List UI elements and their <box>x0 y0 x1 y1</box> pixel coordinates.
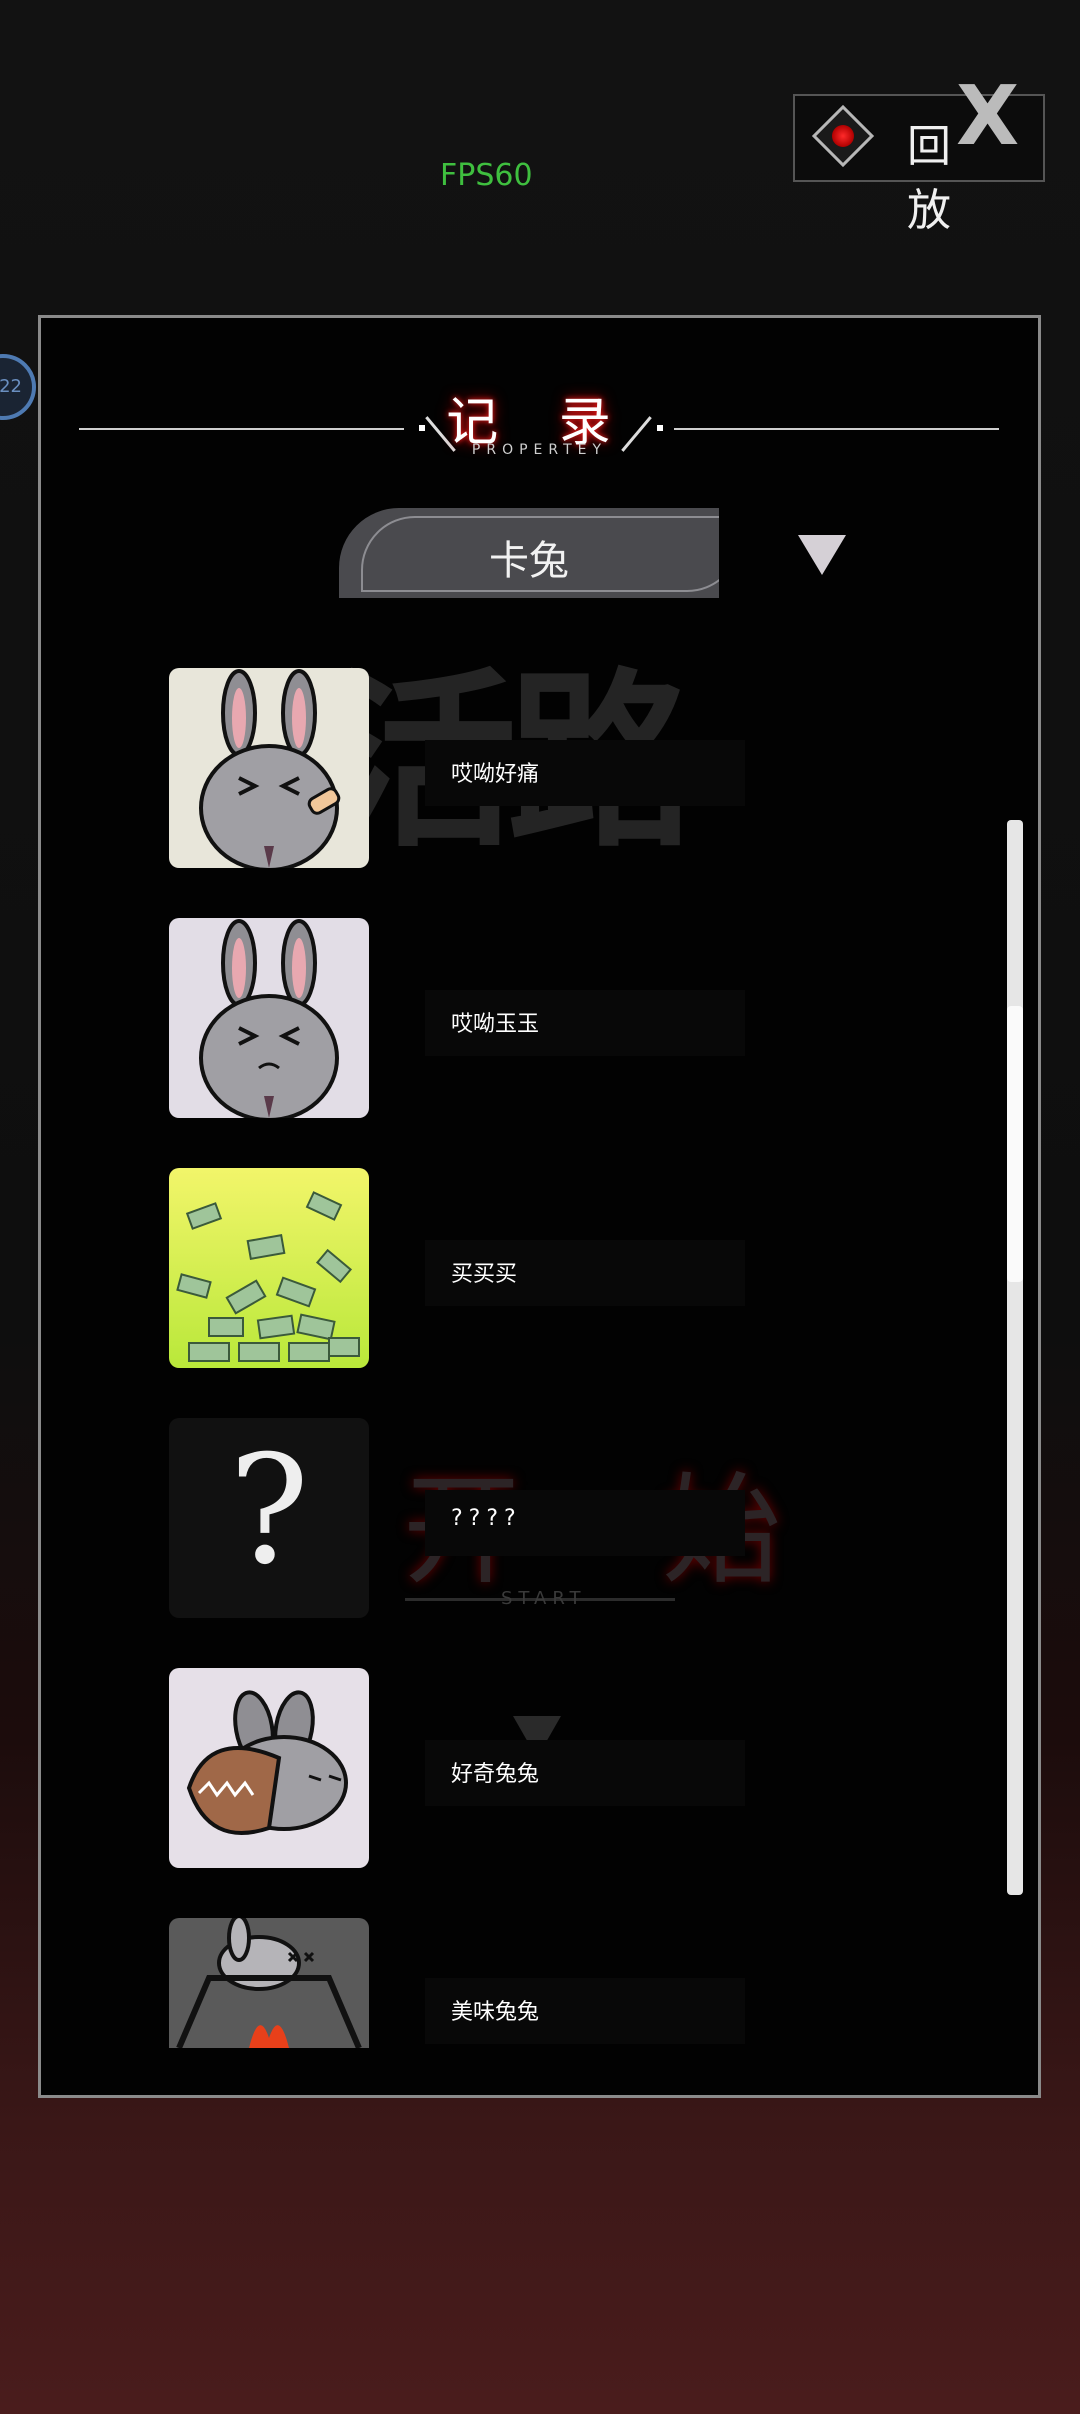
record-icon <box>811 104 875 168</box>
record-name: 美味兔兔 <box>451 2000 540 2025</box>
record-name-box: 买买买 <box>425 1240 745 1306</box>
record-name-box: 哎呦好痛 <box>425 740 745 806</box>
record-name-box: 哎呦玉玉 <box>425 990 745 1056</box>
dropdown-arrow-icon[interactable] <box>798 535 846 575</box>
panel-subtitle: PROPERTEY <box>471 442 608 458</box>
character-name: 卡兔 <box>489 538 569 584</box>
close-icon[interactable]: X <box>956 76 1019 158</box>
record-name-box: ???? <box>425 1490 745 1556</box>
scrollbar-track[interactable] <box>1007 820 1023 1895</box>
record-name: 买买买 <box>451 1262 518 1287</box>
list-item[interactable]: 美味兔兔 <box>169 1918 969 2048</box>
bunny-grill-image <box>169 1918 369 2048</box>
record-name-box: 美味兔兔 <box>425 1978 745 2044</box>
money-pile-image <box>169 1168 369 1368</box>
record-name: 好奇兔兔 <box>451 1762 540 1787</box>
list-item[interactable]: 好奇兔兔 <box>169 1668 969 1868</box>
bunny-hurt-image <box>169 668 369 868</box>
fps-counter: FPS60 <box>440 158 533 193</box>
record-panel: 活路 开 始 START 记 录 PROPERTEY 卡兔 <box>38 315 1041 2098</box>
character-selector[interactable]: 卡兔 <box>339 508 719 598</box>
list-item[interactable]: 哎呦好痛 <box>169 668 969 868</box>
bunny-trap-image <box>169 1668 369 1868</box>
question-mark-image: ? <box>169 1418 369 1618</box>
bunny-sad-image <box>169 918 369 1118</box>
list-item[interactable]: 买买买 <box>169 1168 969 1368</box>
record-name: 哎呦玉玉 <box>451 1012 540 1037</box>
record-name: ???? <box>451 1506 522 1531</box>
scrollbar-thumb[interactable] <box>1007 1006 1023 1282</box>
record-name-box: 好奇兔兔 <box>425 1740 745 1806</box>
record-list[interactable]: 哎呦好痛 哎呦玉玉 买买买 ? ???? 好奇兔兔 美味兔兔 <box>41 668 1041 2048</box>
side-avatar-bubble[interactable]: 22 <box>0 354 36 420</box>
list-item[interactable]: ? ???? <box>169 1418 969 1618</box>
list-item[interactable]: 哎呦玉玉 <box>169 918 969 1118</box>
record-name: 哎呦好痛 <box>451 762 540 787</box>
